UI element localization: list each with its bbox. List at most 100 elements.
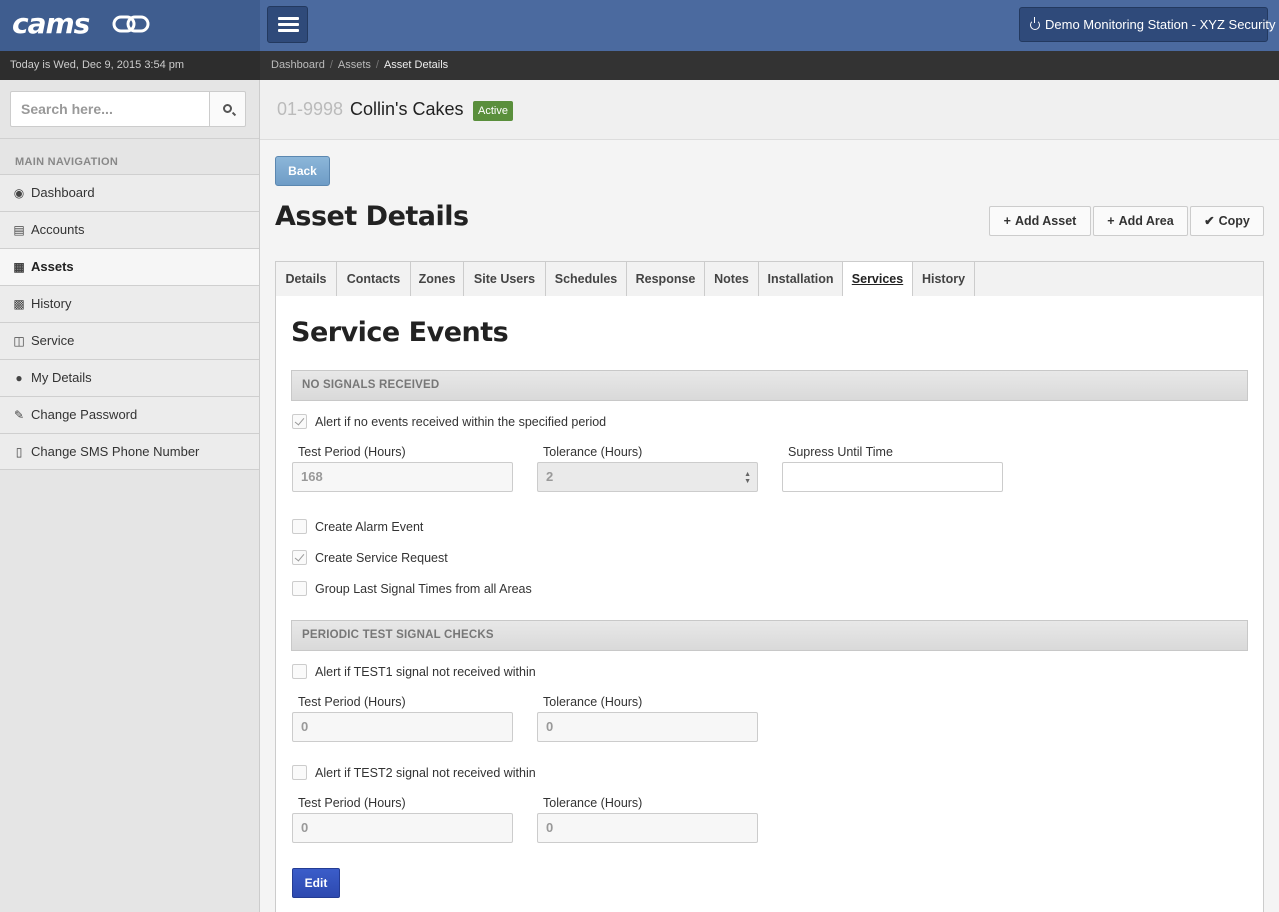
add-area-button[interactable]: + Add Area — [1093, 206, 1188, 236]
test1-checkbox[interactable] — [292, 664, 307, 679]
logo-area: cams — [0, 0, 260, 51]
add-asset-label: Add Asset — [1014, 214, 1077, 228]
test2-row: Alert if TEST2 signal not received withi… — [292, 765, 536, 781]
test2-label: Alert if TEST2 signal not received withi… — [315, 766, 536, 780]
test-period-input[interactable]: 168 — [292, 462, 513, 492]
sidebar-item-my-details[interactable]: ● My Details — [0, 359, 259, 396]
edit-icon: ✎ — [13, 408, 25, 422]
sidebar-item-label: Service — [31, 333, 75, 348]
menu-toggle-button[interactable] — [267, 6, 308, 43]
create-alarm-checkbox[interactable] — [292, 519, 307, 534]
sidebar-item-label: Change SMS Phone Number — [31, 444, 200, 459]
search-button[interactable] — [209, 91, 246, 127]
main-content: Back Asset Details + Add Asset + Add Area … — [260, 140, 1279, 912]
test-period-label: Test Period (Hours) — [298, 445, 406, 459]
sidebar-item-assets[interactable]: ▦ Assets — [0, 248, 259, 285]
breadcrumb-assets[interactable]: Assets — [338, 59, 371, 71]
nav-section-title: MAIN NAVIGATION — [15, 156, 119, 168]
test2-checkbox[interactable] — [292, 765, 307, 780]
mobile-icon: ▯ — [15, 445, 23, 459]
test1-row: Alert if TEST1 signal not received withi… — [292, 664, 536, 680]
book-icon: ▤ — [13, 223, 25, 237]
test2-period-label: Test Period (Hours) — [298, 796, 406, 810]
edit-button[interactable]: Edit — [292, 868, 340, 898]
tolerance-select[interactable]: 2 ▲ ▼ — [537, 462, 758, 492]
asset-tabs: Details Contacts Zones Site Users Schedu… — [275, 261, 1264, 297]
create-service-checkbox[interactable] — [292, 550, 307, 565]
copy-button[interactable]: ✔ Copy — [1190, 206, 1264, 236]
building-icon: ▦ — [13, 260, 25, 274]
date-display: Today is Wed, Dec 9, 2015 3:54 pm — [0, 51, 260, 80]
test1-period-input[interactable]: 0 — [292, 712, 513, 742]
sidebar-item-label: Accounts — [31, 222, 85, 237]
back-button[interactable]: Back — [275, 156, 330, 186]
test1-label: Alert if TEST1 signal not received withi… — [315, 665, 536, 679]
search-form — [10, 91, 246, 127]
tab-details[interactable]: Details — [276, 262, 337, 296]
suppress-until-input[interactable] — [782, 462, 1003, 492]
suppress-until-label: Supress Until Time — [788, 445, 893, 459]
test1-tolerance-input[interactable]: 0 — [537, 712, 758, 742]
tab-response[interactable]: Response — [627, 262, 705, 296]
test2-period-input[interactable]: 0 — [292, 813, 513, 843]
group-last-label: Group Last Signal Times from all Areas — [315, 582, 532, 596]
account-id: 01-9998 — [277, 99, 344, 119]
sidebar-item-service[interactable]: ◫ Service — [0, 322, 259, 359]
group-last-checkbox[interactable] — [292, 581, 307, 596]
account-header: 01-9998 Collin's Cakes Active — [260, 80, 1279, 140]
test1-period-label: Test Period (Hours) — [298, 695, 406, 709]
nav-divider — [0, 138, 259, 147]
station-logout-button[interactable]: Demo Monitoring Station - XYZ Security — [1019, 7, 1275, 42]
sidebar: MAIN NAVIGATION ◉ Dashboard ▤ Accounts ▦ As… — [0, 80, 260, 912]
tab-notes[interactable]: Notes — [705, 262, 759, 296]
select-arrows-icon: ▲ ▼ — [744, 471, 751, 485]
alert-no-events-checkbox[interactable] — [292, 414, 307, 429]
services-panel: Service Events NO SIGNALS RECEIVED Alert… — [275, 296, 1264, 912]
station-label: Demo Monitoring Station - XYZ Security — [1045, 17, 1276, 32]
test2-tolerance-input[interactable]: 0 — [537, 813, 758, 843]
sidebar-item-dashboard[interactable]: ◉ Dashboard — [0, 174, 259, 211]
calendar-icon: ▩ — [13, 297, 25, 311]
account-name: Collin's Cakes — [350, 99, 464, 119]
breadcrumb-dashboard[interactable]: Dashboard — [271, 59, 325, 71]
breadcrumb-current: Asset Details — [383, 59, 449, 71]
search-icon — [223, 104, 232, 113]
create-service-label: Create Service Request — [315, 551, 448, 565]
hamburger-icon — [278, 17, 299, 20]
cams-logo[interactable]: cams — [12, 7, 90, 40]
alert-no-events-row: Alert if no events received within the s… — [292, 414, 606, 430]
tab-site-users[interactable]: Site Users — [464, 262, 546, 296]
tab-contacts[interactable]: Contacts — [337, 262, 411, 296]
periodic-heading: PERIODIC TEST SIGNAL CHECKS — [291, 620, 1248, 651]
user-icon: ● — [15, 371, 23, 385]
sidebar-item-label: My Details — [31, 370, 92, 385]
medkit-icon: ◫ — [13, 334, 25, 348]
sidebar-item-change-sms[interactable]: ▯ Change SMS Phone Number — [0, 433, 259, 470]
sidebar-item-label: Dashboard — [31, 185, 95, 200]
section-title: Service Events — [291, 317, 509, 348]
tab-history[interactable]: History — [913, 262, 975, 296]
tab-schedules[interactable]: Schedules — [546, 262, 627, 296]
tab-installation[interactable]: Installation — [759, 262, 843, 296]
add-asset-button[interactable]: + Add Asset — [989, 206, 1091, 236]
top-bar: cams Demo Monitoring Station - XYZ Secur… — [0, 0, 1279, 51]
plus-icon: + — [1107, 214, 1115, 228]
tolerance-value: 2 — [546, 469, 554, 484]
tolerance-label: Tolerance (Hours) — [543, 445, 643, 459]
sidebar-item-accounts[interactable]: ▤ Accounts — [0, 211, 259, 248]
sidebar-item-history[interactable]: ▩ History — [0, 285, 259, 322]
tab-zones[interactable]: Zones — [411, 262, 464, 296]
main-navigation: ◉ Dashboard ▤ Accounts ▦ Assets ▩ History ◫ S… — [0, 174, 259, 470]
group-last-row: Group Last Signal Times from all Areas — [292, 581, 532, 597]
alert-no-events-label: Alert if no events received within the s… — [315, 415, 607, 429]
no-signals-heading: NO SIGNALS RECEIVED — [291, 370, 1248, 401]
page-title: Asset Details — [275, 201, 469, 232]
dashboard-icon: ◉ — [13, 186, 25, 200]
power-icon — [1030, 17, 1040, 30]
search-input[interactable] — [10, 91, 210, 127]
add-area-label: Add Area — [1118, 214, 1174, 228]
sidebar-item-change-password[interactable]: ✎ Change Password — [0, 396, 259, 433]
create-alarm-label: Create Alarm Event — [315, 520, 424, 534]
tab-services[interactable]: Services — [843, 262, 913, 297]
copy-label: Copy — [1218, 214, 1250, 228]
